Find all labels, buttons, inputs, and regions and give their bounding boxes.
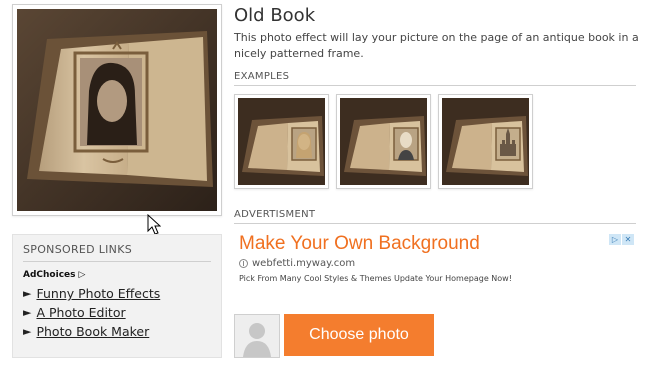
example-thumbnail-man[interactable] [336,94,431,189]
effect-title: Old Book [234,5,316,26]
effect-preview-image [12,4,222,216]
arrow-right-icon: ► [23,325,32,338]
ad-url-text: webfetti.myway.com [252,258,356,269]
ad-headline-link[interactable]: Make Your Own Background [239,233,480,255]
example-thumbnail-building[interactable] [438,94,533,189]
ad-description: Pick From Many Cool Styles & Themes Upda… [239,274,512,283]
sponsored-link-funny-photo-effects[interactable]: ► Funny Photo Effects [23,286,211,301]
ad-badge[interactable]: ▷ ✕ [609,234,634,245]
sponsored-link-label: A Photo Editor [36,305,126,320]
examples-gallery [234,94,533,189]
adchoices-icon: ▷ [78,270,86,280]
info-icon [239,259,248,268]
advertisement-section-label: ADVERTISMENT [234,209,636,224]
arrow-right-icon: ► [23,306,32,319]
sponsored-link-label: Funny Photo Effects [36,286,161,301]
ad-info-icon[interactable]: ▷ [609,234,621,245]
ad-url[interactable]: webfetti.myway.com [239,258,355,269]
sponsored-links-title: SPONSORED LINKS [23,243,211,262]
effect-description: This photo effect will lay your picture … [234,31,639,60]
sponsored-link-a-photo-editor[interactable]: ► A Photo Editor [23,305,211,320]
adchoices-link[interactable]: AdChoices ▷ [23,270,211,280]
advertisement-box[interactable]: Make Your Own Background webfetti.myway.… [234,230,636,290]
choose-photo-button[interactable]: Choose photo [284,314,434,356]
arrow-right-icon: ► [23,287,32,300]
sponsored-links-panel: SPONSORED LINKS AdChoices ▷ ► Funny Phot… [12,234,222,358]
adchoices-label: AdChoices [23,270,76,280]
sponsored-link-list: ► Funny Photo Effects ► A Photo Editor ►… [23,286,211,339]
examples-section-label: EXAMPLES [234,71,636,86]
person-silhouette-icon [235,315,279,357]
example-thumbnail-woman[interactable] [234,94,329,189]
sponsored-link-photo-book-maker[interactable]: ► Photo Book Maker [23,324,211,339]
ad-close-icon[interactable]: ✕ [622,234,634,245]
user-avatar-placeholder [234,314,280,358]
mouse-cursor-icon [147,214,161,235]
sponsored-link-label: Photo Book Maker [36,324,150,339]
